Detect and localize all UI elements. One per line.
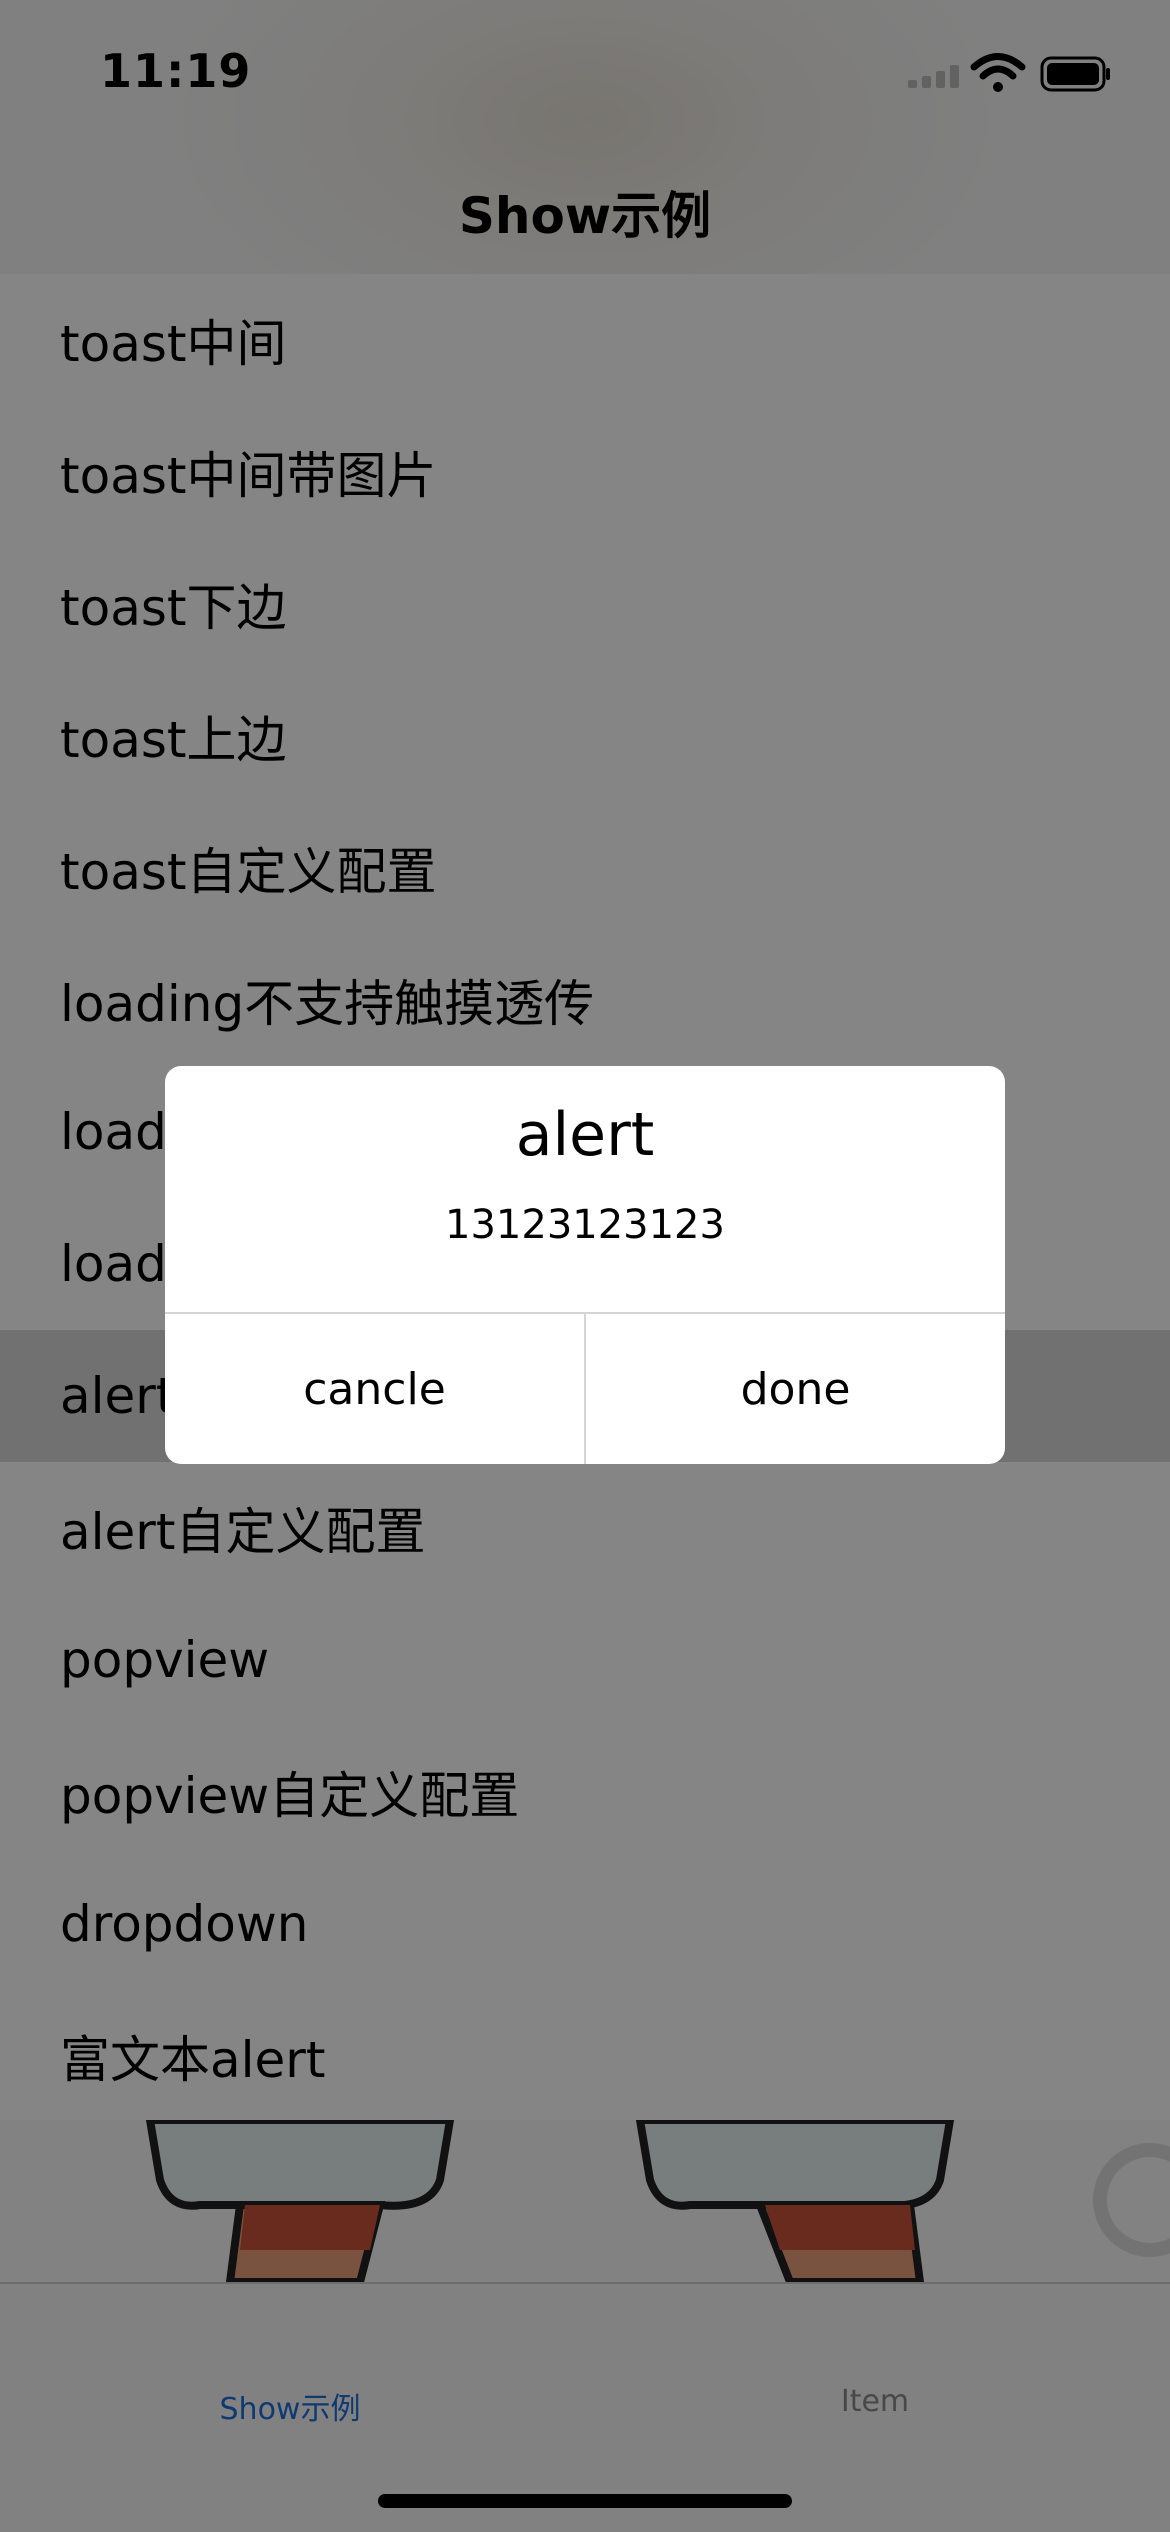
cancel-button[interactable]: cancle [165,1314,584,1464]
alert-dialog: alert 13123123123 cancle done [165,1066,1005,1464]
alert-message: 13123123123 [445,1202,725,1248]
screen: 11:19 Show示例 toast中间 toast中间带图片 toast下边 … [0,0,1170,2532]
alert-title: alert [515,1100,655,1170]
done-button[interactable]: done [586,1314,1005,1464]
